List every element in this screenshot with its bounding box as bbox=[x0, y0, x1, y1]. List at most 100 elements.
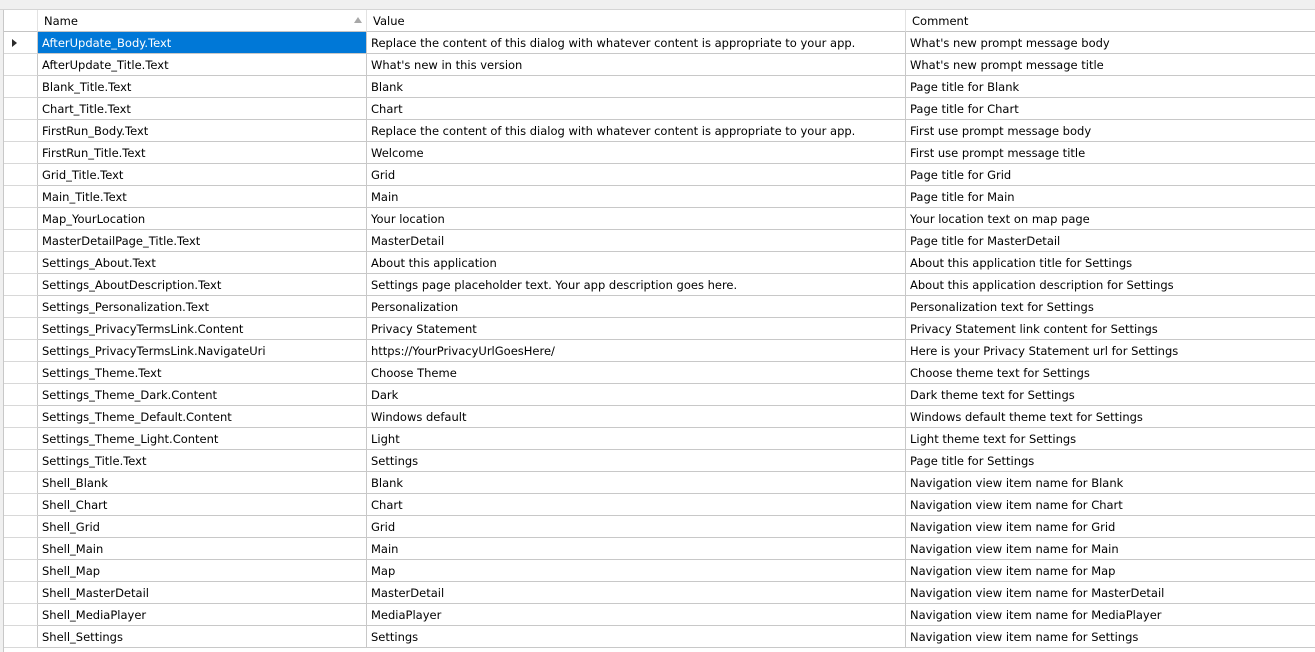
comment-cell[interactable]: Navigation view item name for Chart bbox=[906, 494, 1315, 516]
table-row[interactable]: Map_YourLocation Your location Your locati… bbox=[4, 208, 1315, 230]
comment-cell[interactable]: Choose theme text for Settings bbox=[906, 362, 1315, 384]
name-cell[interactable]: Settings_Personalization.Text bbox=[38, 296, 367, 318]
row-header[interactable] bbox=[4, 538, 38, 560]
comment-cell[interactable]: First use prompt message body bbox=[906, 120, 1315, 142]
table-row[interactable]: Blank_Title.Text Blank Page title for Blan… bbox=[4, 76, 1315, 98]
name-cell[interactable]: Settings_PrivacyTermsLink.NavigateUri bbox=[38, 340, 367, 362]
name-cell[interactable]: Settings_Theme.Text bbox=[38, 362, 367, 384]
comment-cell[interactable]: Page title for Chart bbox=[906, 98, 1315, 120]
value-cell[interactable]: Main bbox=[367, 538, 906, 560]
table-row[interactable]: Shell_Blank Blank Navigation view item nam… bbox=[4, 472, 1315, 494]
comment-cell[interactable]: About this application description for S… bbox=[906, 274, 1315, 296]
table-row[interactable]: Settings_Theme_Light.Content Light Light t… bbox=[4, 428, 1315, 450]
value-cell[interactable]: Chart bbox=[367, 494, 906, 516]
comment-cell[interactable]: Privacy Statement link content for Setti… bbox=[906, 318, 1315, 340]
name-cell[interactable]: Shell_Chart bbox=[38, 494, 367, 516]
comment-cell[interactable]: Navigation view item name for MediaPlaye… bbox=[906, 604, 1315, 626]
table-row[interactable]: Settings_PrivacyTermsLink.Content Privacy… bbox=[4, 318, 1315, 340]
value-cell[interactable]: Blank bbox=[367, 472, 906, 494]
table-row[interactable]: FirstRun_Title.Text Welcome First use prom… bbox=[4, 142, 1315, 164]
value-cell[interactable]: Map bbox=[367, 560, 906, 582]
column-header-name[interactable]: Name bbox=[38, 10, 367, 32]
name-cell[interactable]: Shell_Grid bbox=[38, 516, 367, 538]
row-header[interactable] bbox=[4, 560, 38, 582]
value-cell[interactable]: Personalization bbox=[367, 296, 906, 318]
table-row[interactable]: MasterDetailPage_Title.Text MasterDetail P… bbox=[4, 230, 1315, 252]
table-row[interactable]: Settings_Theme_Dark.Content Dark Dark them… bbox=[4, 384, 1315, 406]
comment-cell[interactable]: Navigation view item name for Grid bbox=[906, 516, 1315, 538]
name-cell[interactable]: Shell_MasterDetail bbox=[38, 582, 367, 604]
row-header[interactable] bbox=[4, 274, 38, 296]
name-cell[interactable]: Blank_Title.Text bbox=[38, 76, 367, 98]
name-cell[interactable]: FirstRun_Title.Text bbox=[38, 142, 367, 164]
row-header[interactable] bbox=[4, 384, 38, 406]
row-header[interactable] bbox=[4, 604, 38, 626]
value-cell[interactable]: Blank bbox=[367, 76, 906, 98]
name-cell[interactable]: Shell_Map bbox=[38, 560, 367, 582]
table-row[interactable]: Settings_Theme_Default.Content Windows de… bbox=[4, 406, 1315, 428]
comment-cell[interactable]: About this application title for Setting… bbox=[906, 252, 1315, 274]
value-cell[interactable]: Settings bbox=[367, 626, 906, 648]
comment-cell[interactable]: Your location text on map page bbox=[906, 208, 1315, 230]
table-row[interactable]: Settings_Title.Text Settings Page title fo… bbox=[4, 450, 1315, 472]
row-header[interactable] bbox=[4, 32, 38, 54]
name-cell[interactable]: Shell_Main bbox=[38, 538, 367, 560]
row-header[interactable] bbox=[4, 142, 38, 164]
name-cell[interactable]: Shell_Settings bbox=[38, 626, 367, 648]
row-header[interactable] bbox=[4, 318, 38, 340]
column-header-comment[interactable]: Comment bbox=[906, 10, 1315, 32]
name-cell[interactable]: AfterUpdate_Body.Text bbox=[38, 32, 367, 54]
row-header[interactable] bbox=[4, 54, 38, 76]
value-cell[interactable]: Settings bbox=[367, 450, 906, 472]
comment-cell[interactable]: Dark theme text for Settings bbox=[906, 384, 1315, 406]
name-cell[interactable]: AfterUpdate_Title.Text bbox=[38, 54, 367, 76]
comment-cell[interactable]: First use prompt message title bbox=[906, 142, 1315, 164]
table-row[interactable]: Main_Title.Text Main Page title for Main bbox=[4, 186, 1315, 208]
header-corner[interactable] bbox=[4, 10, 38, 32]
value-cell[interactable]: MasterDetail bbox=[367, 230, 906, 252]
value-cell[interactable]: Dark bbox=[367, 384, 906, 406]
table-row[interactable]: Shell_Settings Settings Navigation view it… bbox=[4, 626, 1315, 648]
table-row[interactable]: Grid_Title.Text Grid Page title for Grid bbox=[4, 164, 1315, 186]
name-cell[interactable]: Chart_Title.Text bbox=[38, 98, 367, 120]
comment-cell[interactable]: Here is your Privacy Statement url for S… bbox=[906, 340, 1315, 362]
name-cell[interactable]: Settings_Theme_Light.Content bbox=[38, 428, 367, 450]
value-cell[interactable]: MasterDetail bbox=[367, 582, 906, 604]
row-header[interactable] bbox=[4, 494, 38, 516]
row-header[interactable] bbox=[4, 362, 38, 384]
comment-cell[interactable]: Personalization text for Settings bbox=[906, 296, 1315, 318]
comment-cell[interactable]: Navigation view item name for Blank bbox=[906, 472, 1315, 494]
name-cell[interactable]: Settings_PrivacyTermsLink.Content bbox=[38, 318, 367, 340]
row-header[interactable] bbox=[4, 120, 38, 142]
table-row[interactable]: FirstRun_Body.Text Replace the content of… bbox=[4, 120, 1315, 142]
value-cell[interactable]: Your location bbox=[367, 208, 906, 230]
table-row[interactable]: AfterUpdate_Body.Text Replace the content… bbox=[4, 32, 1315, 54]
row-header[interactable] bbox=[4, 208, 38, 230]
value-cell[interactable]: Choose Theme bbox=[367, 362, 906, 384]
row-header[interactable] bbox=[4, 472, 38, 494]
table-row[interactable]: Settings_About.Text About this applicatio… bbox=[4, 252, 1315, 274]
table-row[interactable]: Shell_Main Main Navigation view item name … bbox=[4, 538, 1315, 560]
value-cell[interactable]: https://YourPrivacyUrlGoesHere/ bbox=[367, 340, 906, 362]
table-row[interactable]: Settings_AboutDescription.Text Settings p… bbox=[4, 274, 1315, 296]
row-header[interactable] bbox=[4, 516, 38, 538]
value-cell[interactable]: Replace the content of this dialog with … bbox=[367, 32, 906, 54]
comment-cell[interactable]: What's new prompt message body bbox=[906, 32, 1315, 54]
comment-cell[interactable]: Page title for MasterDetail bbox=[906, 230, 1315, 252]
comment-cell[interactable]: Page title for Main bbox=[906, 186, 1315, 208]
comment-cell[interactable]: Navigation view item name for MasterDeta… bbox=[906, 582, 1315, 604]
row-header[interactable] bbox=[4, 340, 38, 362]
value-cell[interactable]: Welcome bbox=[367, 142, 906, 164]
comment-cell[interactable]: Light theme text for Settings bbox=[906, 428, 1315, 450]
row-header[interactable] bbox=[4, 252, 38, 274]
row-header[interactable] bbox=[4, 428, 38, 450]
row-header[interactable] bbox=[4, 296, 38, 318]
value-cell[interactable]: Grid bbox=[367, 164, 906, 186]
row-header[interactable] bbox=[4, 76, 38, 98]
table-row[interactable]: Shell_Grid Grid Navigation view item name … bbox=[4, 516, 1315, 538]
row-header[interactable] bbox=[4, 164, 38, 186]
name-cell[interactable]: FirstRun_Body.Text bbox=[38, 120, 367, 142]
comment-cell[interactable]: What's new prompt message title bbox=[906, 54, 1315, 76]
value-cell[interactable]: MediaPlayer bbox=[367, 604, 906, 626]
value-cell[interactable]: Main bbox=[367, 186, 906, 208]
